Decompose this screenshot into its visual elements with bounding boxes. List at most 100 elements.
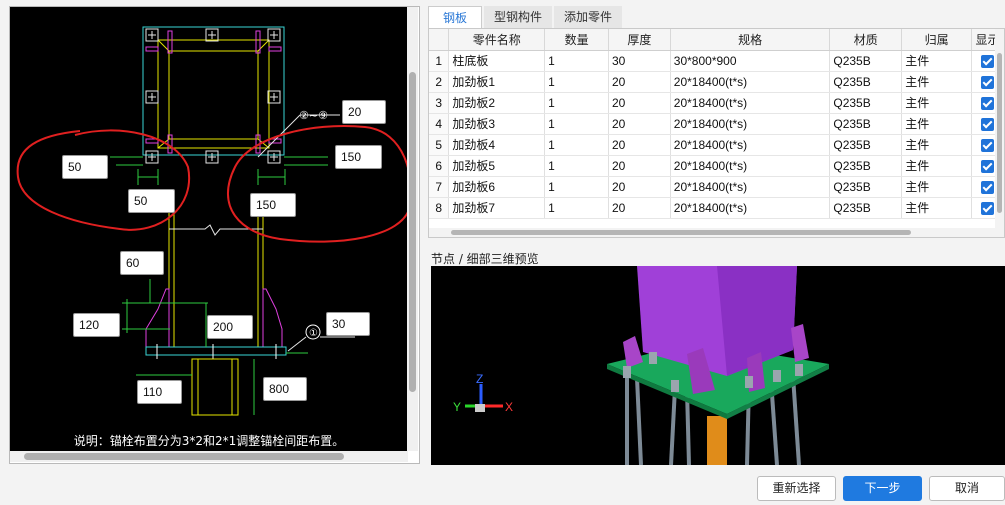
spec-cell[interactable]: 20*18400(t*s) [670, 155, 831, 177]
owner-cell[interactable]: 主件 [901, 134, 972, 156]
dim-input-110[interactable]: 110 [137, 380, 182, 404]
material-cell[interactable]: Q235B [829, 134, 903, 156]
display-checkbox[interactable] [980, 180, 994, 194]
table-row[interactable]: 4 加劲板3 1 20 20*18400(t*s) Q235B 主件 [429, 113, 1004, 135]
cancel-button[interactable]: 取消 [929, 476, 1005, 501]
col-header-owner[interactable]: 归属 [901, 29, 972, 51]
display-checkbox[interactable] [980, 138, 994, 152]
spec-cell[interactable]: 20*18400(t*s) [670, 92, 831, 114]
dim-input-50-b[interactable]: 50 [128, 189, 175, 213]
material-cell[interactable]: Q235B [829, 176, 903, 198]
display-checkbox[interactable] [980, 201, 994, 215]
thickness-cell[interactable]: 20 [608, 155, 671, 177]
spec-cell[interactable]: 20*18400(t*s) [670, 134, 831, 156]
material-cell[interactable]: Q235B [829, 197, 903, 219]
table-vertical-scrollbar[interactable] [995, 29, 1004, 237]
display-checkbox[interactable] [980, 75, 994, 89]
owner-cell[interactable]: 主件 [901, 155, 972, 177]
reselect-button[interactable]: 重新选择 [757, 476, 836, 501]
part-name-cell[interactable]: 加劲板6 [448, 176, 546, 198]
table-horizontal-scroll-thumb[interactable] [451, 230, 911, 235]
dim-input-30[interactable]: 30 [326, 312, 370, 336]
dim-input-20[interactable]: 20 [342, 100, 386, 124]
col-header-name[interactable]: 零件名称 [448, 29, 546, 51]
display-checkbox[interactable] [980, 117, 994, 131]
part-name-cell[interactable]: 加劲板4 [448, 134, 546, 156]
thickness-cell[interactable]: 20 [608, 197, 671, 219]
table-row[interactable]: 1 柱底板 1 30 30*800*900 Q235B 主件 [429, 50, 1004, 72]
spec-cell[interactable]: 20*18400(t*s) [670, 71, 831, 93]
quantity-cell[interactable]: 1 [544, 92, 609, 114]
part-name-cell[interactable]: 加劲板1 [448, 71, 546, 93]
thickness-cell[interactable]: 20 [608, 92, 671, 114]
col-header-spec[interactable]: 规格 [670, 29, 831, 51]
dim-input-150-a[interactable]: 150 [335, 145, 382, 169]
axis-z-label: Z [476, 372, 483, 386]
display-checkbox[interactable] [980, 96, 994, 110]
drawing-horizontal-scroll-thumb[interactable] [24, 453, 344, 460]
thickness-cell[interactable]: 20 [608, 113, 671, 135]
dim-input-200[interactable]: 200 [207, 315, 253, 339]
spec-cell[interactable]: 20*18400(t*s) [670, 197, 831, 219]
table-vertical-scroll-thumb[interactable] [997, 53, 1002, 213]
owner-cell[interactable]: 主件 [901, 92, 972, 114]
part-name-cell[interactable]: 加劲板2 [448, 92, 546, 114]
spec-cell[interactable]: 30*800*900 [670, 50, 831, 72]
thickness-cell[interactable]: 20 [608, 176, 671, 198]
3d-preview-viewport[interactable]: Z X Y [431, 266, 1005, 465]
tab-section-member[interactable]: 型钢构件 [484, 6, 553, 28]
part-name-cell[interactable]: 加劲板3 [448, 113, 546, 135]
material-cell[interactable]: Q235B [829, 113, 903, 135]
owner-cell[interactable]: 主件 [901, 176, 972, 198]
drawing-vertical-scroll-thumb[interactable] [409, 72, 416, 392]
owner-cell[interactable]: 主件 [901, 50, 972, 72]
dim-input-120[interactable]: 120 [73, 313, 120, 337]
cad-drawing-canvas[interactable]: ②~⑨ ① 20 50 150 50 150 60 120 200 30 110… [10, 7, 408, 451]
display-checkbox[interactable] [980, 54, 994, 68]
table-row[interactable]: 5 加劲板4 1 20 20*18400(t*s) Q235B 主件 [429, 134, 1004, 156]
table-horizontal-scrollbar[interactable] [429, 228, 997, 237]
quantity-cell[interactable]: 1 [544, 50, 609, 72]
display-checkbox[interactable] [980, 159, 994, 173]
quantity-cell[interactable]: 1 [544, 197, 609, 219]
owner-cell[interactable]: 主件 [901, 197, 972, 219]
quantity-cell[interactable]: 1 [544, 155, 609, 177]
table-row[interactable]: 2 加劲板1 1 20 20*18400(t*s) Q235B 主件 [429, 71, 1004, 93]
col-header-material[interactable]: 材质 [829, 29, 903, 51]
spec-cell[interactable]: 20*18400(t*s) [670, 113, 831, 135]
material-cell[interactable]: Q235B [829, 155, 903, 177]
owner-cell[interactable]: 主件 [901, 71, 972, 93]
thickness-cell[interactable]: 20 [608, 71, 671, 93]
table-row[interactable]: 3 加劲板2 1 20 20*18400(t*s) Q235B 主件 [429, 92, 1004, 114]
tab-steel-plate[interactable]: 钢板 [428, 6, 483, 28]
table-row[interactable]: 6 加劲板5 1 20 20*18400(t*s) Q235B 主件 [429, 155, 1004, 177]
material-cell[interactable]: Q235B [829, 92, 903, 114]
quantity-cell[interactable]: 1 [544, 176, 609, 198]
drawing-horizontal-scrollbar[interactable] [10, 451, 408, 462]
quantity-cell[interactable]: 1 [544, 71, 609, 93]
quantity-cell[interactable]: 1 [544, 113, 609, 135]
thickness-cell[interactable]: 20 [608, 134, 671, 156]
table-row[interactable]: 7 加劲板6 1 20 20*18400(t*s) Q235B 主件 [429, 176, 1004, 198]
dim-input-150-b[interactable]: 150 [250, 193, 296, 217]
table-row[interactable]: 8 加劲板7 1 20 20*18400(t*s) Q235B 主件 [429, 197, 1004, 219]
col-header-qty[interactable]: 数量 [544, 29, 609, 51]
next-step-button[interactable]: 下一步 [843, 476, 922, 501]
spec-cell[interactable]: 20*18400(t*s) [670, 176, 831, 198]
row-index-cell: 8 [429, 197, 450, 219]
material-cell[interactable]: Q235B [829, 71, 903, 93]
part-name-cell[interactable]: 加劲板7 [448, 197, 546, 219]
quantity-cell[interactable]: 1 [544, 134, 609, 156]
axis-y-label: Y [453, 400, 461, 414]
col-header-thickness[interactable]: 厚度 [608, 29, 671, 51]
part-name-cell[interactable]: 柱底板 [448, 50, 546, 72]
dim-input-60[interactable]: 60 [120, 251, 164, 275]
part-name-cell[interactable]: 加劲板5 [448, 155, 546, 177]
owner-cell[interactable]: 主件 [901, 113, 972, 135]
thickness-cell[interactable]: 30 [608, 50, 671, 72]
dim-input-800[interactable]: 800 [263, 377, 307, 401]
drawing-vertical-scrollbar[interactable] [407, 7, 418, 451]
dim-input-50-a[interactable]: 50 [62, 155, 108, 179]
material-cell[interactable]: Q235B [829, 50, 903, 72]
tab-add-part[interactable]: 添加零件 [554, 6, 623, 28]
